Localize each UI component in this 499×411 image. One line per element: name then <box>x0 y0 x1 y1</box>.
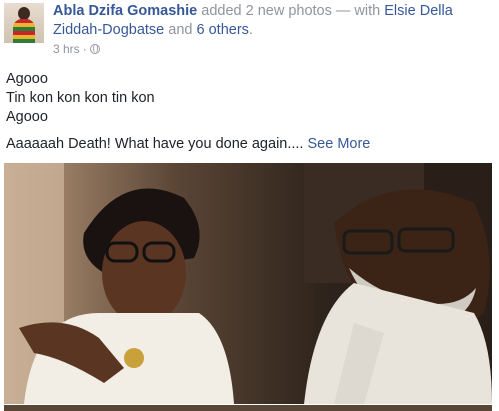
see-more-link[interactable]: See More <box>308 136 371 152</box>
feed-post: Abla Dzifa Gomashie added 2 new photos —… <box>0 0 499 411</box>
meta-dot: · <box>82 42 87 56</box>
post-photo[interactable] <box>4 163 492 404</box>
post-meta: 3 hrs · <box>53 42 100 56</box>
author-name-link[interactable]: Abla Dzifa Gomashie <box>53 3 197 19</box>
action-text: added 2 new photos <box>201 3 332 19</box>
author-avatar[interactable] <box>4 3 44 43</box>
last-line-text: Aaaaaah Death! What have you done again.… <box>6 136 304 152</box>
post-body: Agooo Tin kon kon kon tin kon Agooo Aaaa… <box>6 70 370 154</box>
period-text: . <box>248 22 253 38</box>
post-line-3: Agooo <box>6 109 48 125</box>
post-header: Abla Dzifa Gomashie added 2 new photos —… <box>0 0 499 62</box>
post-line-4: Aaaaaah Death! What have you done again.… <box>6 135 370 154</box>
post-headline: Abla Dzifa Gomashie added 2 new photos —… <box>53 2 493 40</box>
post-line-1: Agooo <box>6 71 48 87</box>
second-photo-peek[interactable] <box>4 405 492 411</box>
others-link[interactable]: 6 others <box>197 22 249 38</box>
globe-icon[interactable] <box>89 44 100 54</box>
avatar-kente-dress <box>13 19 35 43</box>
with-text: — with <box>335 3 381 19</box>
post-line-2: Tin kon kon kon tin kon <box>6 90 155 106</box>
timestamp-link[interactable]: 3 hrs <box>53 42 80 56</box>
photo-illustration <box>4 163 492 404</box>
and-text: and <box>168 22 193 38</box>
